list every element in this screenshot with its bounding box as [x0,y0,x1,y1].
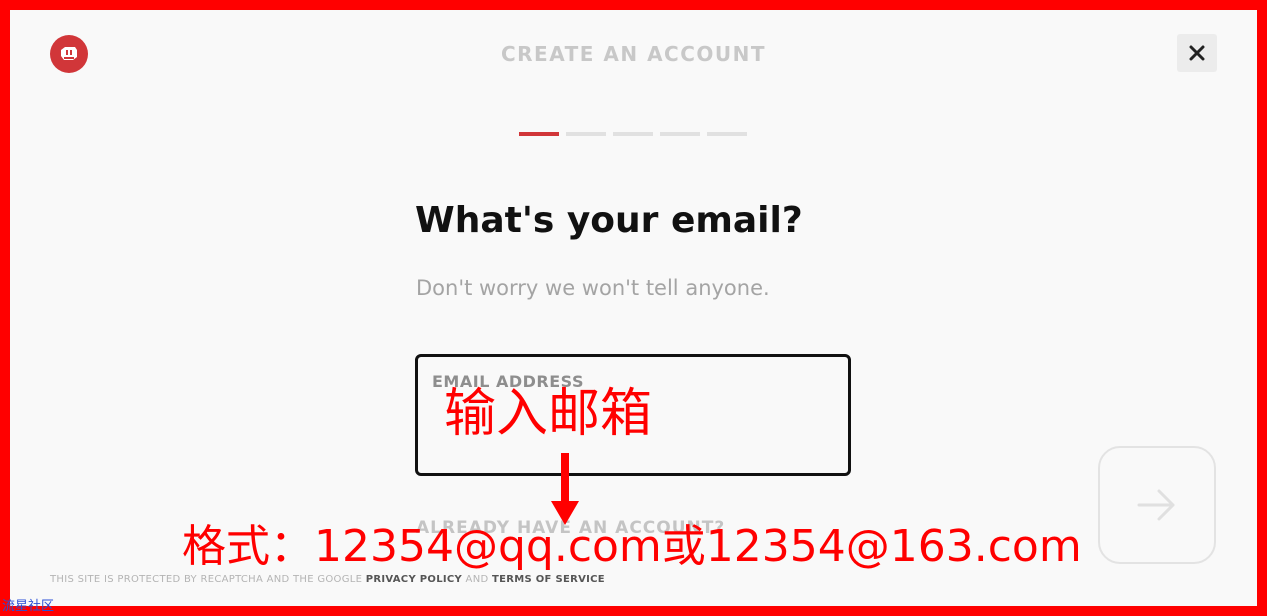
progress-step-1 [519,132,559,136]
progress-step-5 [707,132,747,136]
footer-text-start: THIS SITE IS PROTECTED BY RECAPTCHA AND … [50,574,366,585]
signup-dialog: CREATE AN ACCOUNT What's your email? Don… [10,10,1257,606]
annotation-format: 格式：12354@qq.com或12354@163.com [182,521,1082,572]
progress-step-4 [660,132,700,136]
page-subheading: Don't worry we won't tell anyone. [416,276,770,300]
page-heading: What's your email? [415,200,803,241]
terms-of-service-link[interactable]: TERMS OF SERVICE [492,574,605,585]
recaptcha-notice: THIS SITE IS PROTECTED BY RECAPTCHA AND … [50,574,605,585]
annotation-arrow-icon [551,453,579,525]
arrow-right-icon [1137,489,1175,521]
privacy-policy-link[interactable]: PRIVACY POLICY [366,574,462,585]
annotation-input-email: 输入邮箱 [444,384,653,444]
step-progress [519,132,747,136]
close-button[interactable] [1177,34,1217,72]
progress-step-2 [566,132,606,136]
watermark-text: 流星社区 [2,599,55,614]
next-button[interactable] [1098,446,1216,564]
footer-text-middle: AND [462,574,492,585]
close-icon [1189,45,1205,61]
progress-step-3 [613,132,653,136]
header-title: CREATE AN ACCOUNT [500,42,767,66]
